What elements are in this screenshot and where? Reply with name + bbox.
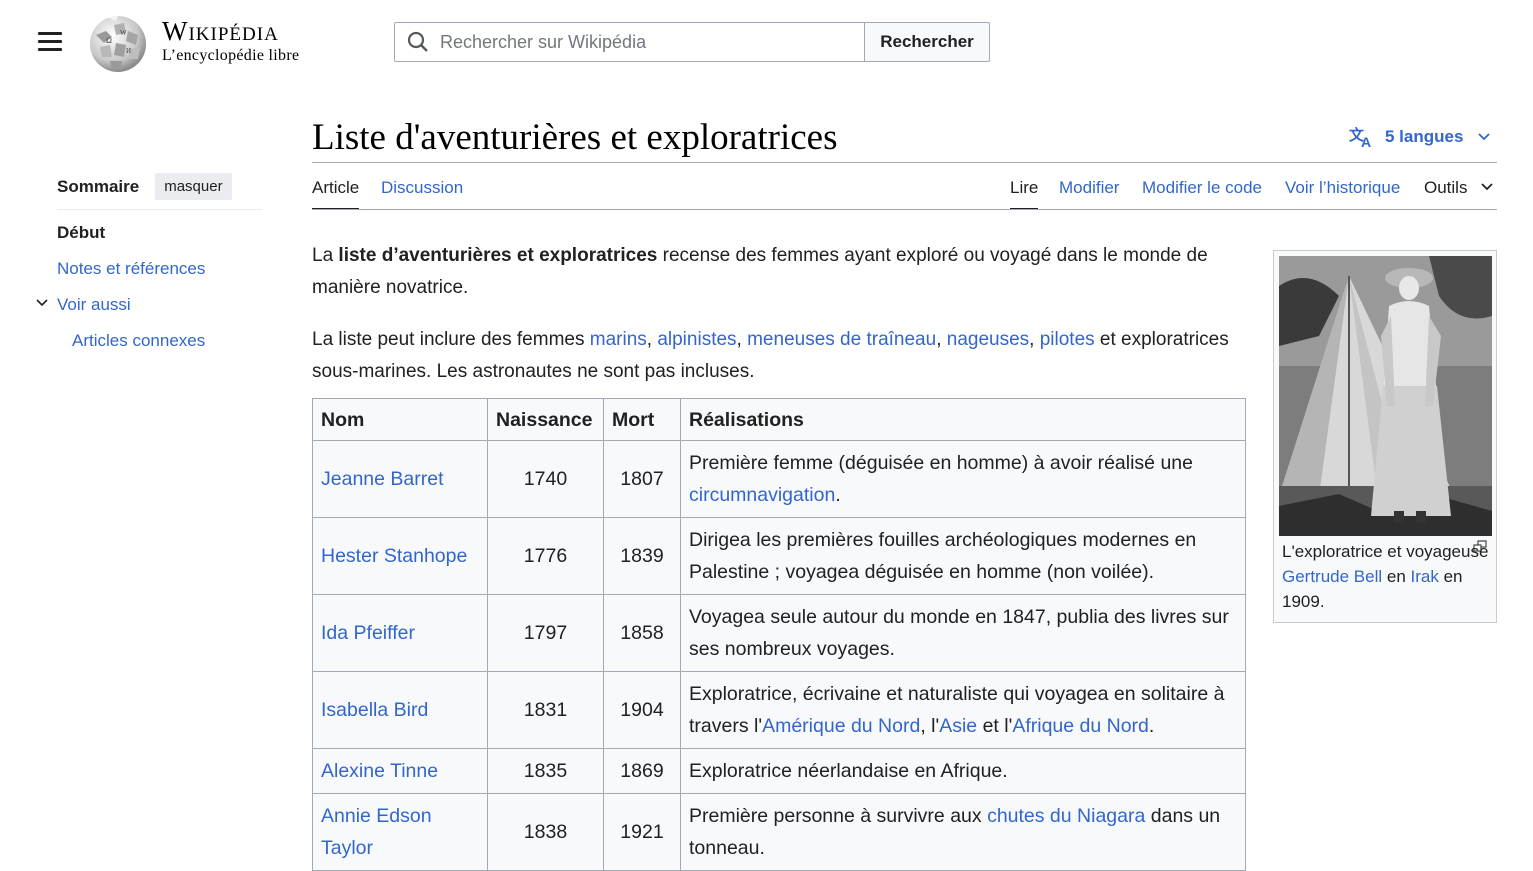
- tab-edit[interactable]: Modifier: [1059, 178, 1119, 210]
- chevron-down-icon: [1478, 133, 1491, 141]
- person-link[interactable]: Isabella Bird: [321, 699, 428, 721]
- toc-item-voir-aussi[interactable]: Voir aussi: [57, 295, 131, 315]
- death-year: 1807: [603, 440, 681, 518]
- person-link[interactable]: Jeanne Barret: [321, 468, 444, 490]
- svg-text:И: И: [126, 47, 131, 55]
- article-subject: liste d’aventurières et exploratrices: [338, 245, 658, 266]
- link-alpinistes[interactable]: alpinistes: [657, 329, 736, 350]
- birth-year: 1838: [487, 793, 604, 871]
- table-row: Jeanne Barret 1740 1807 Première femme (…: [312, 440, 1246, 518]
- image-caption: L'exploratrice et voyageuse Gertrude Bel…: [1282, 542, 1489, 611]
- wikipedia-globe-logo[interactable]: Ω W И: [86, 13, 150, 73]
- death-year: 1869: [603, 748, 681, 794]
- table-header-row: Nom Naissance Mort Réalisations: [312, 398, 1246, 441]
- chevron-down-icon[interactable]: [35, 296, 49, 310]
- link-chutes-du-niagara[interactable]: chutes du Niagara: [987, 805, 1145, 827]
- death-year: 1904: [603, 671, 681, 749]
- person-link[interactable]: Annie Edson Taylor: [321, 805, 432, 859]
- link-irak[interactable]: Irak: [1411, 567, 1439, 586]
- tab-read[interactable]: Lire: [1010, 178, 1039, 210]
- gertrude-bell-photo[interactable]: [1279, 256, 1492, 536]
- column-header-birth[interactable]: Naissance: [487, 398, 604, 441]
- column-header-achievements[interactable]: Réalisations: [680, 398, 1246, 441]
- link-circumnavigation[interactable]: circumnavigation: [689, 484, 835, 506]
- achievement-cell: Première femme (déguisée en homme) à avo…: [680, 440, 1246, 518]
- link-nageuses[interactable]: nageuses: [947, 329, 1029, 350]
- death-year: 1921: [603, 793, 681, 871]
- intro-paragraph-2: La liste peut inclure des femmes marins,…: [312, 329, 1229, 382]
- tab-discussion[interactable]: Discussion: [381, 178, 463, 210]
- achievement-cell: Exploratrice néerlandaise en Afrique.: [680, 748, 1246, 794]
- link-afrique-du-nord[interactable]: Afrique du Nord: [1012, 715, 1149, 737]
- language-count: 5 langues: [1385, 127, 1464, 146]
- column-header-death[interactable]: Mort: [603, 398, 681, 441]
- table-row: Hester Stanhope 1776 1839 Dirigea les pr…: [312, 517, 1246, 595]
- achievement-cell: Dirigea les premières fouilles archéolog…: [680, 517, 1246, 595]
- tab-edit-source[interactable]: Modifier le code: [1142, 178, 1262, 210]
- toc-title: Sommaire: [57, 176, 140, 196]
- table-row: Isabella Bird 1831 1904 Exploratrice, éc…: [312, 671, 1246, 749]
- svg-text:Ω: Ω: [106, 36, 112, 45]
- table-row: Alexine Tinne 1835 1869 Exploratrice née…: [312, 748, 1246, 794]
- person-link[interactable]: Ida Pfeiffer: [321, 622, 415, 644]
- tabs-divider: [312, 209, 1497, 210]
- title-divider: [312, 162, 1497, 163]
- svg-text:W: W: [120, 29, 127, 37]
- intro-paragraph-1: La liste d’aventurières et exploratrices…: [312, 245, 1208, 298]
- link-asie[interactable]: Asie: [939, 715, 977, 737]
- svg-text:A: A: [1361, 134, 1371, 148]
- tools-label: Outils: [1424, 178, 1468, 197]
- search-input[interactable]: [438, 30, 838, 54]
- link-marins[interactable]: marins: [590, 329, 647, 350]
- toc-item-debut[interactable]: Début: [57, 223, 105, 243]
- table-row: Ida Pfeiffer 1797 1858 Voyagea seule aut…: [312, 594, 1246, 672]
- link-gertrude-bell[interactable]: Gertrude Bell: [1282, 567, 1382, 586]
- link-meneuses-traineau[interactable]: meneuses de traîneau: [747, 329, 936, 350]
- wordmark-tagline: L’encyclopédie libre: [162, 47, 300, 64]
- toc-item-notes[interactable]: Notes et références: [57, 259, 205, 279]
- toc-header: Sommaire masquer: [57, 170, 262, 210]
- toc-item-articles-connexes[interactable]: Articles connexes: [72, 331, 205, 351]
- birth-year: 1797: [487, 594, 604, 672]
- table-row: Annie Edson Taylor 1838 1921 Première pe…: [312, 793, 1246, 871]
- achievement-cell: Voyagea seule autour du monde en 1847, p…: [680, 594, 1246, 672]
- tab-article[interactable]: Article: [312, 178, 360, 210]
- menu-icon[interactable]: [38, 32, 62, 52]
- search-icon: [407, 31, 428, 52]
- tab-history[interactable]: Voir l’historique: [1285, 178, 1400, 210]
- person-link[interactable]: Hester Stanhope: [321, 545, 467, 567]
- page-title: Liste d'aventurières et exploratrices: [312, 117, 838, 158]
- death-year: 1858: [603, 594, 681, 672]
- image-thumbnail: L'exploratrice et voyageuse Gertrude Bel…: [1273, 250, 1497, 623]
- achievement-cell: Première personne à survivre aux chutes …: [680, 793, 1246, 871]
- translate-icon: 文 A: [1349, 126, 1371, 148]
- birth-year: 1776: [487, 517, 604, 595]
- birth-year: 1831: [487, 671, 604, 749]
- birth-year: 1740: [487, 440, 604, 518]
- death-year: 1839: [603, 517, 681, 595]
- language-button[interactable]: 文 A 5 langues: [1349, 126, 1501, 148]
- search-box: [394, 22, 865, 62]
- achievement-cell: Exploratrice, écrivaine et naturaliste q…: [680, 671, 1246, 749]
- chevron-down-icon: [1481, 183, 1493, 191]
- link-amerique-du-nord[interactable]: Amérique du Nord: [762, 715, 920, 737]
- tab-tools[interactable]: Outils: [1424, 178, 1494, 210]
- birth-year: 1835: [487, 748, 604, 794]
- explorers-table: Nom Naissance Mort Réalisations Jeanne B…: [312, 398, 1246, 871]
- wordmark-title: Wikipédia: [162, 16, 279, 46]
- wikipedia-wordmark[interactable]: Wikipédia L’encyclopédie libre: [162, 14, 299, 64]
- column-header-name[interactable]: Nom: [312, 398, 488, 441]
- toc-hide-button[interactable]: masquer: [155, 173, 232, 200]
- table-of-contents: Sommaire masquer: [57, 170, 262, 210]
- link-pilotes[interactable]: pilotes: [1040, 329, 1095, 350]
- person-link[interactable]: Alexine Tinne: [321, 760, 438, 782]
- search-button[interactable]: Rechercher: [864, 22, 990, 62]
